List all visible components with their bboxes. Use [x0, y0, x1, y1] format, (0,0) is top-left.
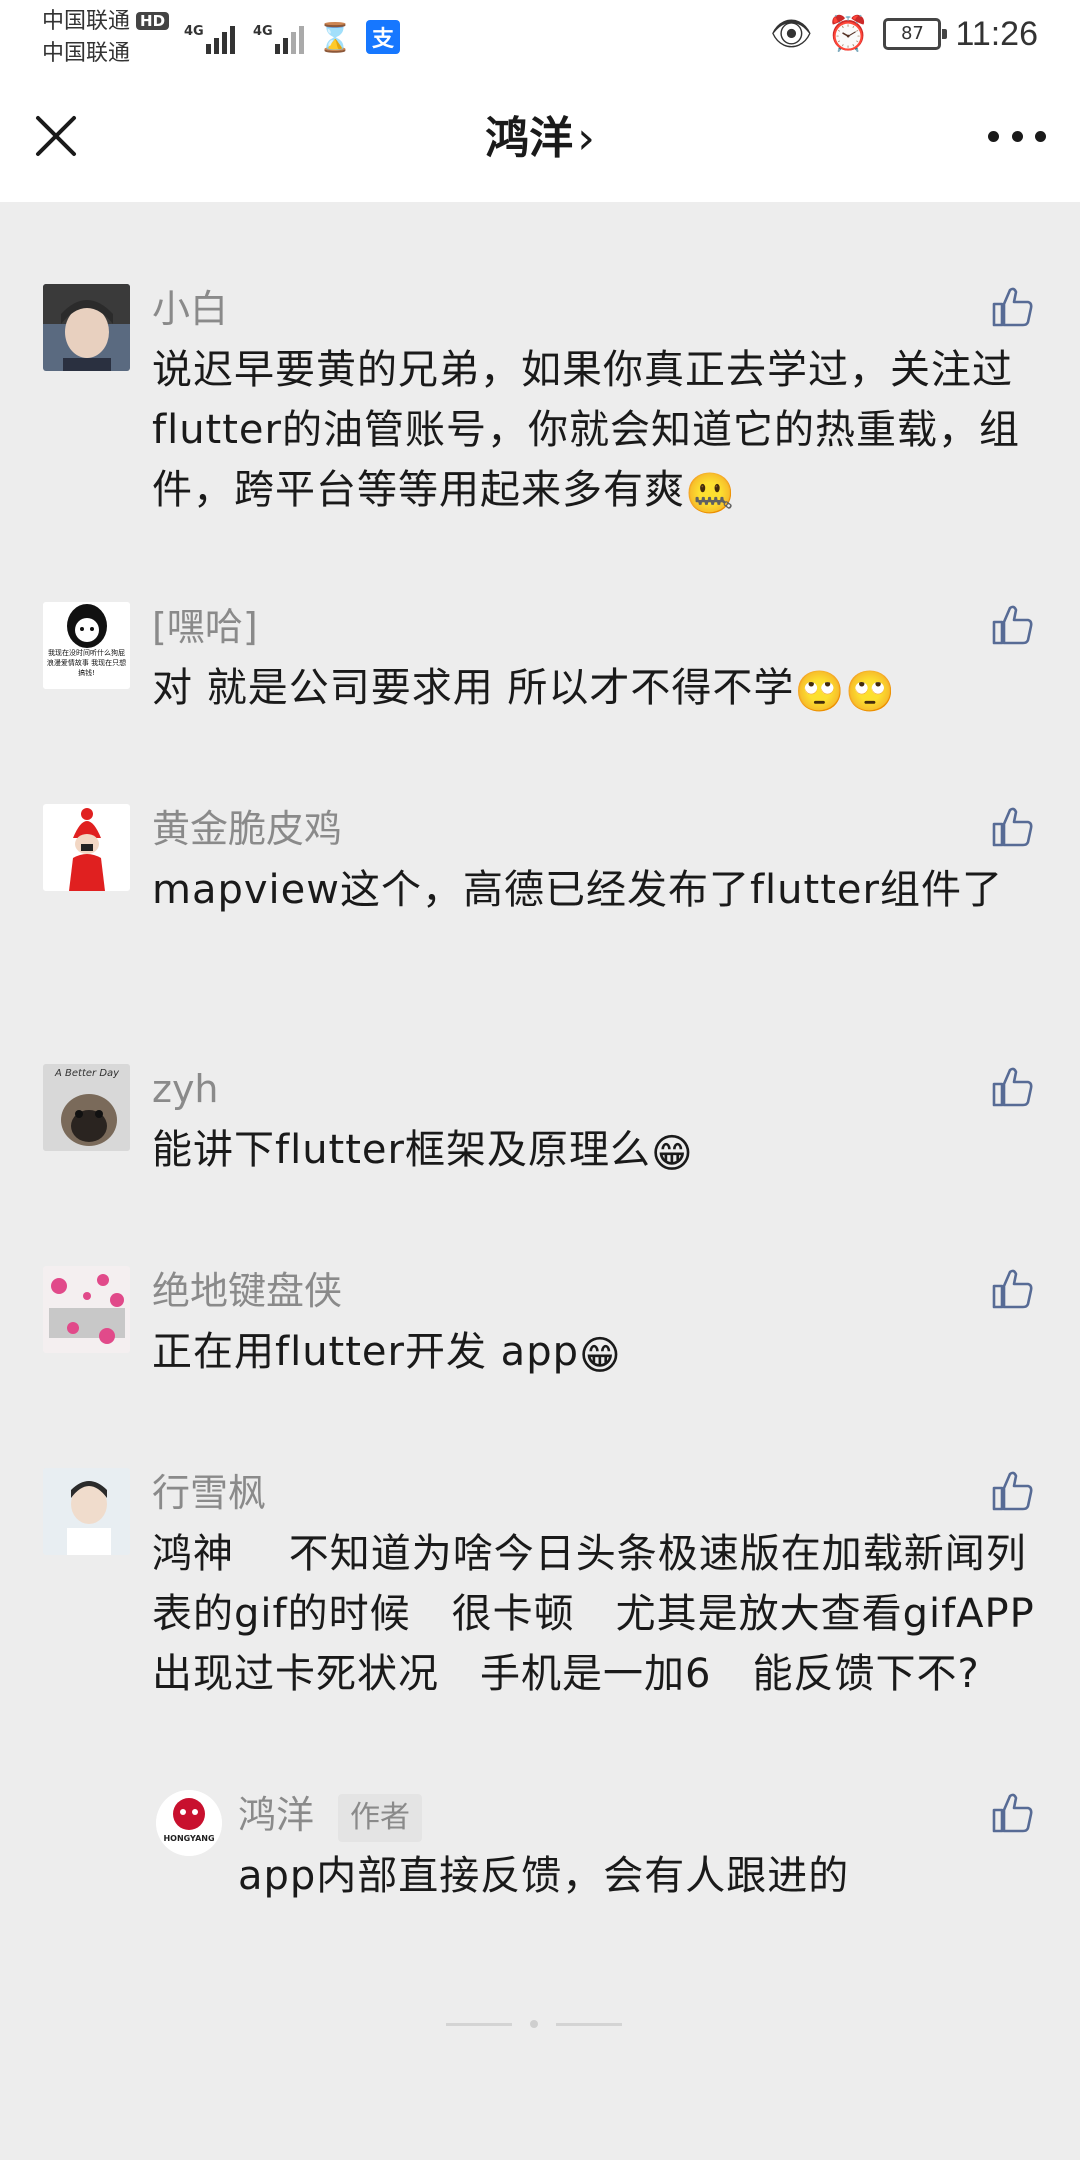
- loading-indicator: [446, 2020, 622, 2028]
- status-right: 👁 ⏰ 87 11:26: [770, 14, 1038, 54]
- hourglass-icon: ⌛: [317, 20, 353, 54]
- avatar[interactable]: A Better Day: [43, 1064, 130, 1151]
- reply-avatar[interactable]: HONGYANG: [156, 1790, 222, 1856]
- emoji: 🙄🙄: [794, 669, 897, 715]
- comment-text: 正在用flutter开发 app😁: [152, 1329, 622, 1379]
- signal-icon: 4G: [253, 24, 304, 54]
- thumbs-up-icon[interactable]: [990, 1468, 1036, 1514]
- avatar[interactable]: [43, 1468, 130, 1555]
- comment-author[interactable]: 小白: [152, 284, 228, 334]
- thumbs-up-icon[interactable]: [990, 1790, 1036, 1836]
- more-icon[interactable]: [988, 116, 1046, 156]
- thumbs-up-icon[interactable]: [990, 284, 1036, 330]
- page-title[interactable]: 鸿洋›: [0, 110, 1080, 168]
- comment-text: 能讲下flutter框架及原理么😁: [152, 1127, 694, 1177]
- carrier-info: 中国联通 HD 中国联通: [42, 6, 170, 70]
- comment-author[interactable]: zyh: [152, 1064, 219, 1114]
- comment-author[interactable]: [嘿哈]: [152, 602, 258, 652]
- clock: 11:26: [955, 14, 1038, 53]
- emoji: 🤐: [685, 471, 736, 517]
- reply-text: app内部直接反馈，会有人跟进的: [238, 1853, 850, 1899]
- comment-text: 鸿神 不知道为啥今日头条极速版在加载新闻列表的gif的时候 很卡顿 尤其是放大查…: [152, 1531, 1035, 1697]
- avatar[interactable]: [43, 1266, 130, 1353]
- comment-author[interactable]: 黄金脆皮鸡: [152, 804, 342, 854]
- emoji: 😁: [650, 1131, 694, 1177]
- alipay-icon: 支: [366, 20, 400, 54]
- avatar[interactable]: [43, 804, 130, 891]
- emoji: 😁: [578, 1333, 622, 1379]
- battery-icon: 87: [883, 18, 948, 50]
- hd-badge: HD: [136, 12, 170, 30]
- comment-text: mapview这个，高德已经发布了flutter组件了: [152, 867, 1003, 913]
- avatar-caption: HONGYANG: [163, 1834, 215, 1843]
- status-bar: 中国联通 HD 中国联通 4G 4G ⌛ 支 👁 ⏰ 87 11:26: [0, 0, 1080, 76]
- comment-text: 对 就是公司要求用 所以才不得不学🙄🙄: [152, 665, 897, 715]
- avatar-caption: 我现在没时间听什么狗屁浪漫爱情故事 我现在只想搞钱!: [46, 649, 127, 677]
- reply-author[interactable]: 鸿洋 作者: [238, 1790, 423, 1842]
- signal-group: 4G 4G ⌛ 支: [184, 14, 400, 54]
- comment-author[interactable]: 绝地键盘侠: [152, 1266, 342, 1316]
- author-badge: 作者: [338, 1793, 423, 1842]
- thumbs-up-icon[interactable]: [990, 804, 1036, 850]
- signal-icon: 4G: [184, 24, 235, 54]
- avatar-caption: A Better Day: [55, 1068, 120, 1079]
- thumbs-up-icon[interactable]: [990, 602, 1036, 648]
- comment-text: 说迟早要黄的兄弟，如果你真正去学过，关注过flutter的油管账号，你就会知道它…: [152, 347, 1020, 517]
- alarm-icon: ⏰: [827, 14, 870, 54]
- carrier-1: 中国联通: [42, 9, 131, 34]
- comment-author[interactable]: 行雪枫: [152, 1468, 266, 1518]
- thumbs-up-icon[interactable]: [990, 1064, 1036, 1110]
- avatar[interactable]: 我现在没时间听什么狗屁浪漫爱情故事 我现在只想搞钱!: [43, 602, 130, 689]
- avatar[interactable]: [43, 284, 130, 371]
- eye-icon: 👁: [769, 14, 814, 54]
- chevron-right-icon: ›: [577, 113, 595, 164]
- carrier-2: 中国联通: [42, 41, 131, 66]
- nav-bar: 鸿洋›: [0, 76, 1080, 202]
- thumbs-up-icon[interactable]: [990, 1266, 1036, 1312]
